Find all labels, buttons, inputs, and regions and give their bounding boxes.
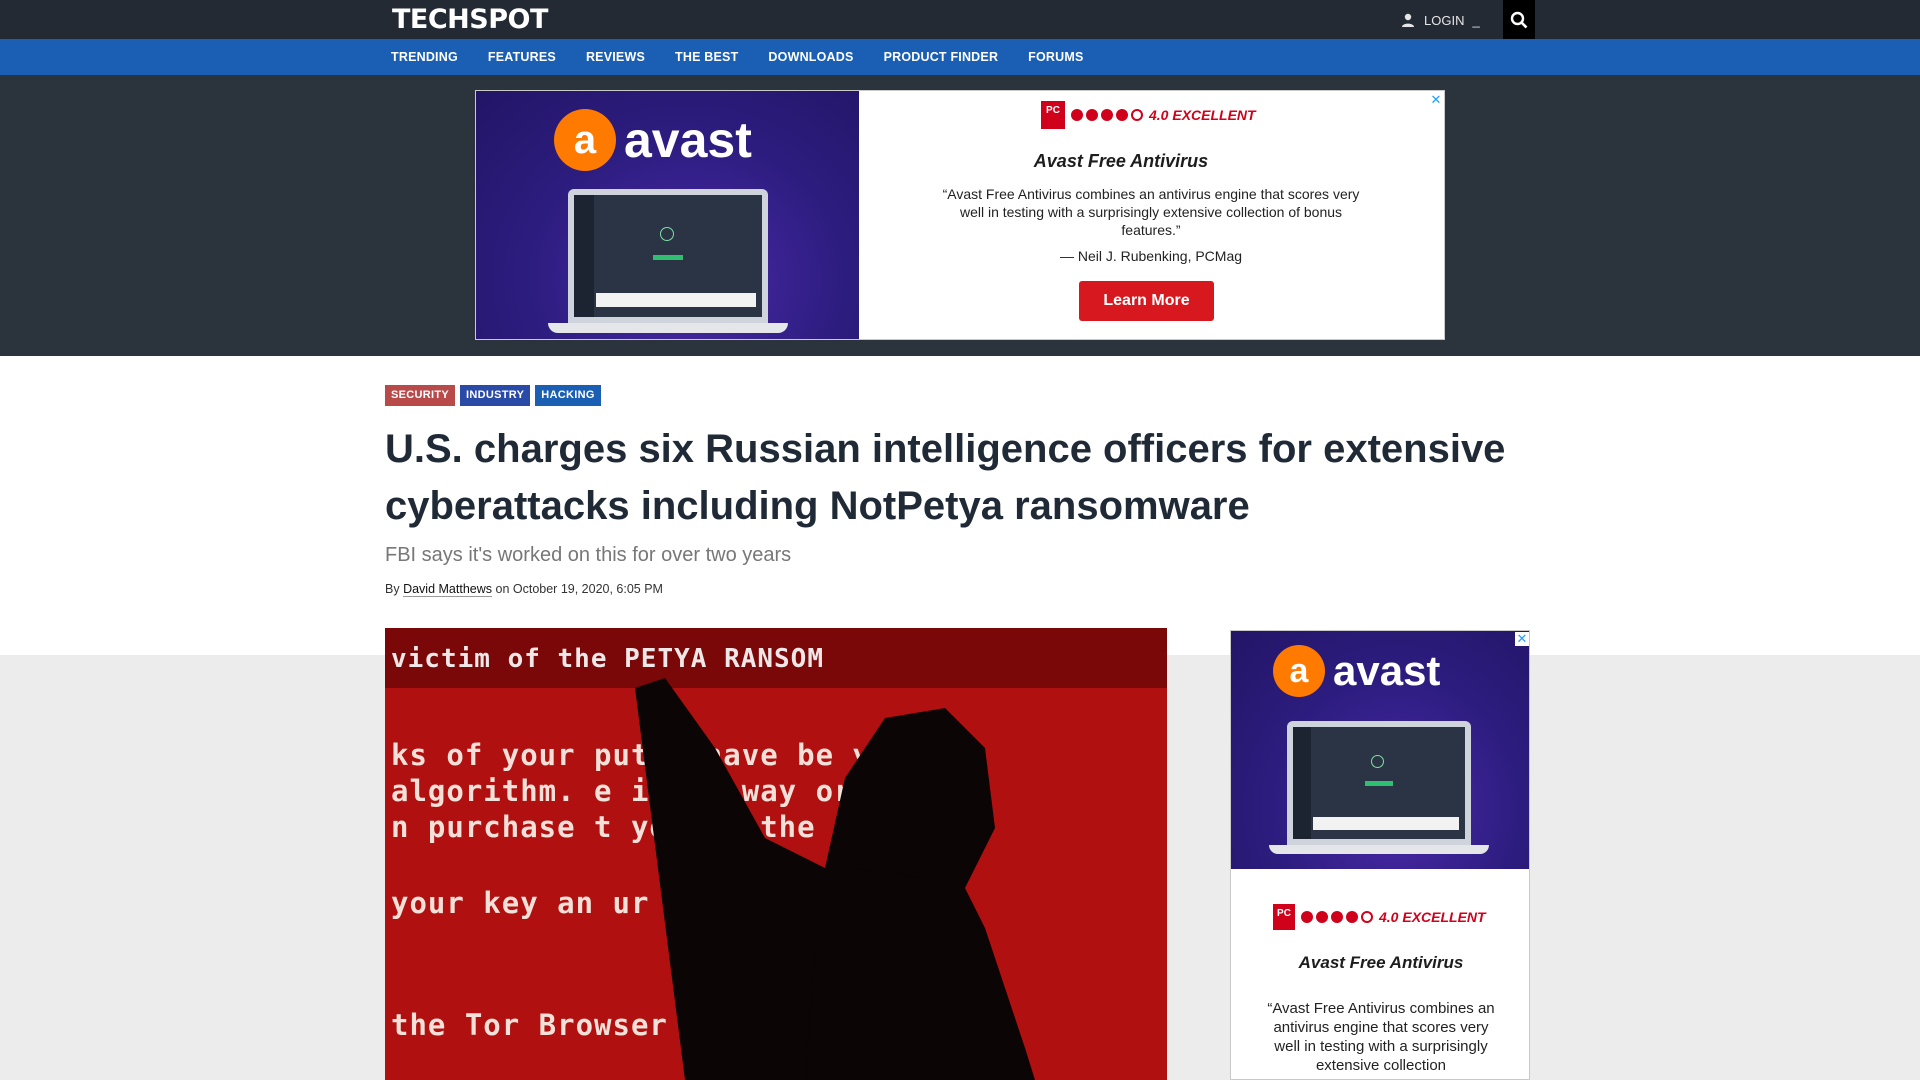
- pcmag-logo-icon: PC: [1041, 101, 1065, 129]
- rating-text: 4.0 EXCELLENT: [1379, 909, 1486, 925]
- login-label: LOGIN: [1424, 12, 1465, 28]
- main-nav: TRENDING FEATURES REVIEWS THE BEST DOWNL…: [0, 39, 1920, 75]
- ad-quote: “Avast Free Antivirus combines an antivi…: [942, 186, 1360, 238]
- ad-close-icon[interactable]: ✕: [1429, 93, 1443, 107]
- tag-industry[interactable]: INDUSTRY: [460, 385, 531, 406]
- pcmag-rating: PC 4.0 EXCELLENT: [1041, 101, 1256, 129]
- login-button[interactable]: LOGIN _: [1400, 9, 1480, 31]
- ad-product-title: Avast Free Antivirus: [1033, 151, 1209, 171]
- laptop-image: [548, 189, 788, 339]
- byline-prefix: By: [385, 582, 400, 596]
- pcmag-logo-icon: PC: [1273, 904, 1295, 930]
- banner-ad[interactable]: a avast ✕ PC 4.0 EXCELLENT Avast Free An…: [475, 90, 1445, 340]
- author-link[interactable]: David Matthews: [403, 582, 493, 597]
- ad-quote: “Avast Free Antivirus combines an antivi…: [1267, 1000, 1495, 1074]
- tag-security[interactable]: SECURITY: [385, 385, 456, 406]
- publish-date: on October 19, 2020, 6:05 PM: [495, 582, 663, 596]
- avast-mark-icon: a: [554, 109, 616, 171]
- rating-dots: [1301, 911, 1373, 923]
- search-button[interactable]: [1503, 0, 1535, 39]
- site-logo[interactable]: TECHSPOT: [392, 5, 548, 35]
- avast-wordmark: avast: [1333, 647, 1441, 694]
- article-byline: By David Matthews on October 19, 2020, 6…: [385, 582, 663, 597]
- nav-item-downloads[interactable]: DOWNLOADS: [768, 50, 853, 64]
- ad-close-icon[interactable]: ✕: [1515, 632, 1529, 646]
- article-headline: U.S. charges six Russian intelligence of…: [385, 427, 1506, 528]
- avast-logo: a avast: [1273, 645, 1440, 697]
- nav-item-features[interactable]: FEATURES: [488, 50, 556, 64]
- pcmag-rating: PC 4.0 EXCELLENT: [1273, 904, 1486, 930]
- learn-more-button[interactable]: Learn More: [1079, 281, 1214, 321]
- avast-wordmark: avast: [624, 112, 752, 168]
- hacker-silhouette: [635, 678, 1035, 1080]
- ad-attribution: — Neil J. Rubenking, PCMag: [1059, 248, 1243, 264]
- hero-image: victim of the PETYA RANSOM ks of your pu…: [385, 628, 1167, 1080]
- rating-text: 4.0 EXCELLENT: [1149, 107, 1256, 123]
- banner-ad-visual: a avast: [476, 91, 859, 339]
- sidebar-ad[interactable]: a avast ✕ PC 4.0 EXCELLENT Avast Free An…: [1230, 630, 1530, 1080]
- tag-hacking[interactable]: HACKING: [535, 385, 601, 406]
- article-tags: SECURITY INDUSTRY HACKING: [385, 385, 601, 406]
- avast-logo: a avast: [554, 109, 752, 171]
- ad-product-title: Avast Free Antivirus: [1298, 953, 1464, 972]
- nav-item-the-best[interactable]: THE BEST: [675, 50, 738, 64]
- dropdown-caret-icon: _: [1472, 12, 1480, 28]
- article-subheadline: FBI says it's worked on this for over tw…: [385, 544, 792, 566]
- user-icon: [1402, 13, 1414, 27]
- nav-item-trending[interactable]: TRENDING: [391, 50, 458, 64]
- search-icon: [1510, 11, 1528, 28]
- rating-dots: [1071, 109, 1143, 121]
- sidebar-ad-visual: a avast: [1231, 631, 1529, 869]
- top-bar: TECHSPOT LOGIN _: [0, 0, 1920, 39]
- nav-item-forums[interactable]: FORUMS: [1028, 50, 1083, 64]
- avast-mark-icon: a: [1273, 645, 1325, 697]
- nav-item-reviews[interactable]: REVIEWS: [586, 50, 645, 64]
- nav-item-product-finder[interactable]: PRODUCT FINDER: [884, 50, 999, 64]
- laptop-image: [1269, 721, 1489, 861]
